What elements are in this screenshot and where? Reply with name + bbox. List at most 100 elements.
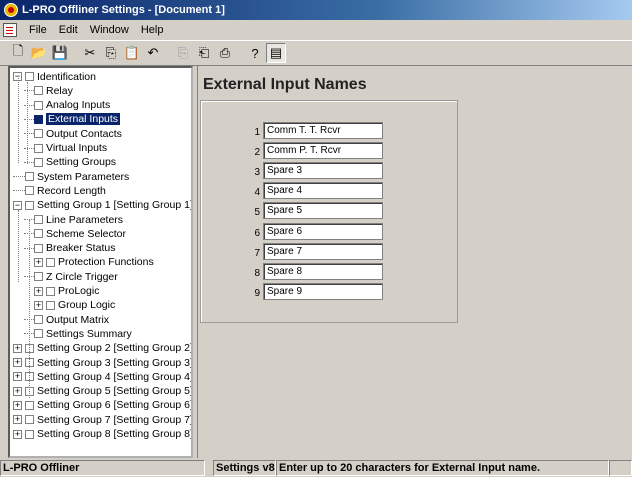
tree-item[interactable]: + ProLogic xyxy=(34,285,99,298)
external-input-name-field[interactable] xyxy=(263,202,383,220)
tree-item[interactable]: Z Circle Trigger xyxy=(24,270,118,283)
tree-connector xyxy=(13,190,25,192)
status-version: Settings v8 xyxy=(213,459,276,476)
tree-item[interactable]: + Protection Functions xyxy=(34,256,154,269)
external-input-name-field[interactable] xyxy=(263,262,383,280)
external-input-name-field[interactable] xyxy=(263,141,383,159)
tree-item[interactable]: − Identification xyxy=(13,70,96,83)
status-app: L-PRO Offliner xyxy=(0,459,205,476)
save-icon[interactable]: 💾 xyxy=(50,43,70,63)
input-number-label: 4 xyxy=(254,187,260,199)
content-pane: External Input Names 1 2 3 4 5 6 7 8 9 xyxy=(197,66,632,458)
checkbox-icon xyxy=(46,286,55,296)
tree-item[interactable]: Scheme Selector xyxy=(24,227,126,240)
tree-item-label: Relay xyxy=(46,84,73,97)
external-input-row: 9 xyxy=(248,283,383,301)
external-input-name-field[interactable] xyxy=(263,161,383,179)
tree-item[interactable]: Analog Inputs xyxy=(24,99,110,112)
tree-item[interactable]: − Setting Group 1 [Setting Group 1] xyxy=(13,199,191,212)
external-input-name-field[interactable] xyxy=(263,182,383,200)
tree-item[interactable]: + Setting Group 4 [Setting Group 4] xyxy=(13,370,193,383)
document-icon[interactable] xyxy=(3,23,17,37)
tree-item[interactable]: Settings Summary xyxy=(24,327,132,340)
checkbox-icon xyxy=(34,129,43,139)
checkbox-icon xyxy=(34,114,43,124)
paste-special-icon[interactable]: ⎗ xyxy=(194,43,214,63)
expand-icon[interactable]: + xyxy=(13,358,22,367)
copy-icon[interactable]: ⎘ xyxy=(101,43,121,63)
tree-item[interactable]: Relay xyxy=(24,84,73,97)
input-number-label: 2 xyxy=(254,146,260,158)
tree-item-label: Setting Group 4 [Setting Group 4] xyxy=(37,370,193,383)
checkbox-icon xyxy=(34,229,43,239)
tree-item[interactable]: Output Matrix xyxy=(24,313,110,326)
document-view-icon[interactable]: ▤ xyxy=(266,43,286,63)
print-icon[interactable]: ⎙ xyxy=(215,43,235,63)
checkbox-icon xyxy=(46,257,55,267)
status-message: Enter up to 20 characters for External I… xyxy=(276,459,609,476)
tree-item[interactable]: Breaker Status xyxy=(24,242,116,255)
external-input-row: 6 xyxy=(248,222,383,240)
paste-icon[interactable]: 📋 xyxy=(122,43,142,63)
app-icon[interactable] xyxy=(4,3,18,17)
tree-item[interactable]: + Group Logic xyxy=(34,299,115,312)
tree-item[interactable]: + Setting Group 7 [Setting Group 7] xyxy=(13,413,191,426)
new-icon[interactable]: 🗋 xyxy=(8,43,28,63)
menu-file[interactable]: File xyxy=(23,22,53,38)
external-input-name-field[interactable] xyxy=(263,121,383,139)
external-input-name-field[interactable] xyxy=(263,242,383,260)
expand-icon[interactable]: + xyxy=(34,300,43,310)
tree-item[interactable]: + Setting Group 2 [Setting Group 2] xyxy=(13,342,191,355)
tree-item-label: Setting Group 3 [Setting Group 3] xyxy=(37,356,193,369)
tree-item[interactable]: Output Contacts xyxy=(24,127,122,140)
checkbox-icon xyxy=(34,100,43,110)
tree-item[interactable]: Virtual Inputs xyxy=(24,142,107,155)
tree-item[interactable]: Setting Groups xyxy=(24,156,116,169)
tree-item[interactable]: + Setting Group 3 [Setting Group 3] xyxy=(13,356,193,369)
cut-icon[interactable]: ✂ xyxy=(80,43,100,63)
external-input-name-field[interactable] xyxy=(263,283,383,301)
title-bar: L-PRO Offliner Settings - [Document 1] xyxy=(0,0,632,20)
collapse-icon[interactable]: − xyxy=(13,200,22,210)
tree-item[interactable]: + Setting Group 5 [Setting Group 5] xyxy=(13,385,193,398)
tree-item[interactable]: System Parameters xyxy=(13,170,129,183)
input-number-label: 3 xyxy=(254,166,260,178)
tree-item-label: Breaker Status xyxy=(46,242,116,255)
tree-item[interactable]: + Setting Group 8 [Setting Group 8] xyxy=(13,428,193,441)
expand-icon[interactable]: + xyxy=(13,400,22,410)
expand-icon[interactable]: + xyxy=(13,372,22,382)
expand-icon[interactable]: + xyxy=(34,257,43,267)
help-icon[interactable]: ? xyxy=(245,43,265,63)
tree-item-label: Record Length xyxy=(37,184,106,197)
menu-edit[interactable]: Edit xyxy=(53,22,84,38)
checkbox-icon xyxy=(25,429,34,439)
expand-icon[interactable]: + xyxy=(34,286,43,296)
external-input-name-field[interactable] xyxy=(263,222,383,240)
expand-icon[interactable]: + xyxy=(13,429,22,439)
tree-item[interactable]: External Inputs xyxy=(24,113,121,126)
checkbox-icon xyxy=(25,415,34,425)
undo-icon[interactable]: ↶ xyxy=(143,43,163,63)
expand-icon[interactable]: + xyxy=(13,386,22,396)
tree-item-label: Setting Group 5 [Setting Group 5] xyxy=(37,385,193,398)
expand-icon[interactable]: + xyxy=(13,415,22,425)
tree-item[interactable]: Record Length xyxy=(13,184,106,197)
tree-item-label: Output Matrix xyxy=(46,313,110,326)
open-icon[interactable]: 📂 xyxy=(29,43,49,63)
input-number-label: 1 xyxy=(254,126,260,138)
tree-item[interactable]: Line Parameters xyxy=(24,213,124,226)
tree-item-label: Line Parameters xyxy=(46,213,124,226)
tree-item-label: Setting Group 8 [Setting Group 8] xyxy=(37,428,193,440)
checkbox-icon xyxy=(34,272,43,282)
settings-tree[interactable]: − Identification Relay Analog Inputs Externa… xyxy=(8,66,193,458)
tree-item[interactable]: + Setting Group 6 [Setting Group 6] xyxy=(13,399,191,412)
menu-window[interactable]: Window xyxy=(84,22,135,38)
menu-help[interactable]: Help xyxy=(135,22,170,38)
checkbox-icon xyxy=(25,172,34,182)
copy-disabled-icon[interactable]: ⎘ xyxy=(173,43,193,63)
checkbox-icon xyxy=(34,329,43,339)
checkbox-icon xyxy=(25,400,34,410)
expand-icon[interactable]: + xyxy=(13,343,22,353)
input-number-label: 9 xyxy=(254,288,260,300)
external-input-row: 2 xyxy=(248,141,383,159)
